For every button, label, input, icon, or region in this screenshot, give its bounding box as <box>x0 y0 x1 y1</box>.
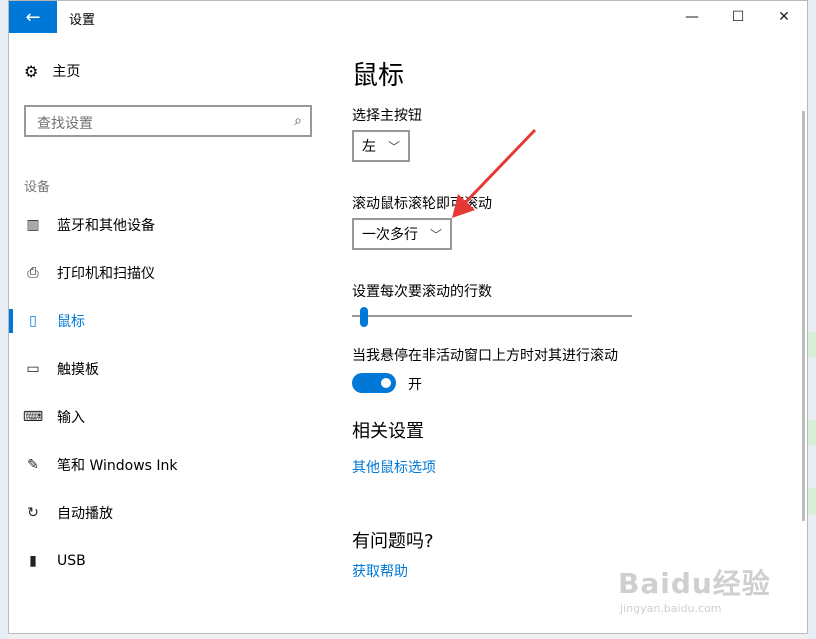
title-bar: ← 设置 — ☐ ✕ <box>9 1 807 33</box>
background-window-right <box>808 0 816 639</box>
content-scrollbar[interactable] <box>802 111 805 521</box>
search-icon: ⌕ <box>294 113 302 129</box>
printer-icon: ⎙ <box>27 265 39 281</box>
nav-pane: ⚙ 主页 查找设置 ⌕ 设备 ▥ 蓝牙和其他设备 ⎙ 打印机和扫描仪 ▯ 鼠标 … <box>9 33 329 633</box>
scroll-lines-label: 设置每次要滚动的行数 <box>352 284 492 300</box>
primary-button-dropdown[interactable]: 左 ﹀ <box>352 130 411 162</box>
usb-icon: ▮ <box>29 553 37 569</box>
watermark: Baidu经验 jingyan.baidu.com <box>610 562 780 620</box>
autoplay-icon: ↻ <box>27 505 39 521</box>
background-status-badge <box>808 332 816 358</box>
watermark-url: jingyan.baidu.com <box>620 602 722 615</box>
sidebar-item-label: 鼠标 <box>57 314 85 330</box>
minimize-button[interactable]: — <box>669 1 715 33</box>
background-window-left <box>0 0 8 639</box>
back-arrow-icon: ← <box>25 6 41 28</box>
toggle-knob <box>381 378 391 388</box>
toggle-state-label: 开 <box>408 377 422 393</box>
sidebar-item-label: 触摸板 <box>57 362 99 378</box>
dropdown-value: 一次多行 <box>362 227 418 243</box>
sidebar-item-printers[interactable]: ⎙ 打印机和扫描仪 <box>24 255 314 291</box>
nav-home-label: 主页 <box>52 64 81 80</box>
back-button[interactable]: ← <box>9 1 57 33</box>
sidebar-item-mouse[interactable]: ▯ 鼠标 <box>9 303 314 339</box>
watermark-logo: Baidu经验 <box>618 567 771 600</box>
sidebar-item-label: USB <box>57 553 86 569</box>
close-icon: ✕ <box>778 9 790 25</box>
sidebar-item-label: 打印机和扫描仪 <box>57 266 155 282</box>
sidebar-item-typing[interactable]: ⌨ 输入 <box>22 399 314 435</box>
chevron-down-icon: ﹀ <box>430 227 443 242</box>
sidebar-item-label: 输入 <box>57 410 85 426</box>
sidebar-item-label: 蓝牙和其他设备 <box>57 218 155 234</box>
keyboard-icon: ⌨ <box>22 409 44 425</box>
pen-icon: ✎ <box>27 457 39 473</box>
maximize-button[interactable]: ☐ <box>715 1 761 33</box>
scroll-lines-slider-track[interactable] <box>352 315 632 317</box>
content-pane: 鼠标 选择主按钮 左 ﹀ 滚动鼠标滚轮即可滚动 一次多行 ﹀ 设置每次要滚动的行… <box>352 33 792 633</box>
related-settings-heading: 相关设置 <box>352 421 424 442</box>
sidebar-item-label: 笔和 Windows Ink <box>57 458 178 474</box>
minimize-icon: — <box>685 9 699 25</box>
primary-button-label: 选择主按钮 <box>352 108 422 124</box>
bluetooth-devices-icon: ▥ <box>26 217 40 233</box>
sidebar-item-touchpad[interactable]: ▭ 触摸板 <box>24 351 314 387</box>
nav-section-header: 设备 <box>24 180 51 195</box>
help-heading: 有问题吗? <box>352 531 434 552</box>
scroll-lines-slider-thumb[interactable] <box>360 307 368 327</box>
sidebar-item-bluetooth[interactable]: ▥ 蓝牙和其他设备 <box>24 207 314 243</box>
touchpad-icon: ▭ <box>26 361 40 377</box>
search-input-placeholder: 查找设置 <box>37 116 93 132</box>
window-title: 设置 <box>69 13 96 28</box>
inactive-scroll-toggle[interactable] <box>352 373 396 393</box>
scroll-mode-dropdown[interactable]: 一次多行 ﹀ <box>352 218 453 250</box>
chevron-down-icon: ﹀ <box>388 139 401 154</box>
inactive-scroll-label: 当我悬停在非活动窗口上方时对其进行滚动 <box>352 348 618 364</box>
get-help-link[interactable]: 获取帮助 <box>352 561 408 581</box>
additional-mouse-options-link[interactable]: 其他鼠标选项 <box>352 457 436 477</box>
scroll-mode-label: 滚动鼠标滚轮即可滚动 <box>352 196 492 212</box>
search-box[interactable]: 查找设置 ⌕ <box>24 105 312 137</box>
gear-icon: ⚙ <box>24 61 39 81</box>
page-title: 鼠标 <box>352 61 405 91</box>
settings-window: ← 设置 — ☐ ✕ ⚙ 主页 查找设置 ⌕ 设备 ▥ 蓝牙和其他设备 ⎙ 打印… <box>8 0 808 634</box>
background-status-badge <box>808 420 816 446</box>
close-button[interactable]: ✕ <box>761 1 807 33</box>
background-status-badge <box>808 488 816 514</box>
maximize-icon: ☐ <box>731 9 745 25</box>
nav-home[interactable]: ⚙ 主页 <box>24 61 80 81</box>
sidebar-item-label: 自动播放 <box>57 506 113 522</box>
active-indicator <box>9 309 13 333</box>
mouse-icon: ▯ <box>29 313 37 329</box>
sidebar-item-pen[interactable]: ✎ 笔和 Windows Ink <box>24 447 314 483</box>
sidebar-item-autoplay[interactable]: ↻ 自动播放 <box>24 495 314 531</box>
dropdown-value: 左 <box>362 139 376 155</box>
sidebar-item-usb[interactable]: ▮ USB <box>24 543 314 579</box>
